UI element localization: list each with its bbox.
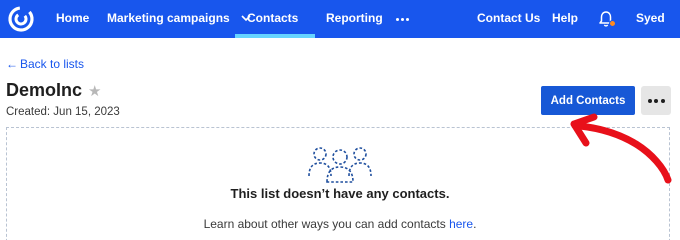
user-name: Syed (636, 11, 665, 25)
nav-item-label: Contacts (247, 11, 299, 25)
learn-more-link[interactable]: here (449, 217, 473, 231)
nav-item-home[interactable]: Home (56, 0, 89, 38)
empty-state-help-text: Learn about other ways you can add conta… (0, 217, 680, 231)
nav-item-label: Home (56, 11, 90, 25)
help-link[interactable]: Help (552, 0, 578, 38)
red-arrow-icon (560, 110, 680, 190)
nav-item-reporting[interactable]: Reporting (326, 0, 383, 38)
arrow-left-icon: ← (6, 57, 18, 71)
ellipsis-dot (647, 98, 652, 103)
ellipsis-dot (654, 98, 658, 103)
more-nav-ellipsis-icon[interactable] (396, 12, 409, 26)
created-date: Created: Jun 15, 2023 (6, 106, 120, 118)
contact-us-label: Contact Us (477, 11, 541, 25)
nav-item-marketing-campaigns[interactable]: Marketing campaigns (107, 0, 251, 38)
help-label: Help (552, 11, 579, 25)
user-menu[interactable]: Syed (636, 0, 665, 38)
top-nav-bar: Home Marketing campaigns Contacts Report… (0, 0, 680, 38)
nav-item-label: Marketing campaigns (107, 11, 230, 25)
contact-us-link[interactable]: Contact Us (477, 0, 540, 38)
nav-item-label: Reporting (326, 11, 383, 25)
nav-item-contacts[interactable]: Contacts (247, 0, 298, 38)
learn-prefix: Learn about other ways you can add conta… (203, 217, 450, 231)
list-name: DemoInc (6, 80, 83, 100)
active-tab-indicator (235, 34, 315, 38)
bell-icon[interactable] (598, 10, 616, 28)
back-to-lists-link[interactable]: ← Back to lists (6, 57, 84, 71)
page-title: DemoInc ★ (6, 80, 101, 101)
people-group-icon (305, 144, 375, 186)
constant-contact-logo-icon[interactable] (6, 5, 36, 33)
back-link-label: Back to lists (20, 57, 85, 71)
star-icon[interactable]: ★ (88, 82, 101, 100)
notification-badge (609, 20, 616, 27)
ellipsis-dot (660, 98, 665, 103)
learn-suffix: . (473, 217, 477, 231)
